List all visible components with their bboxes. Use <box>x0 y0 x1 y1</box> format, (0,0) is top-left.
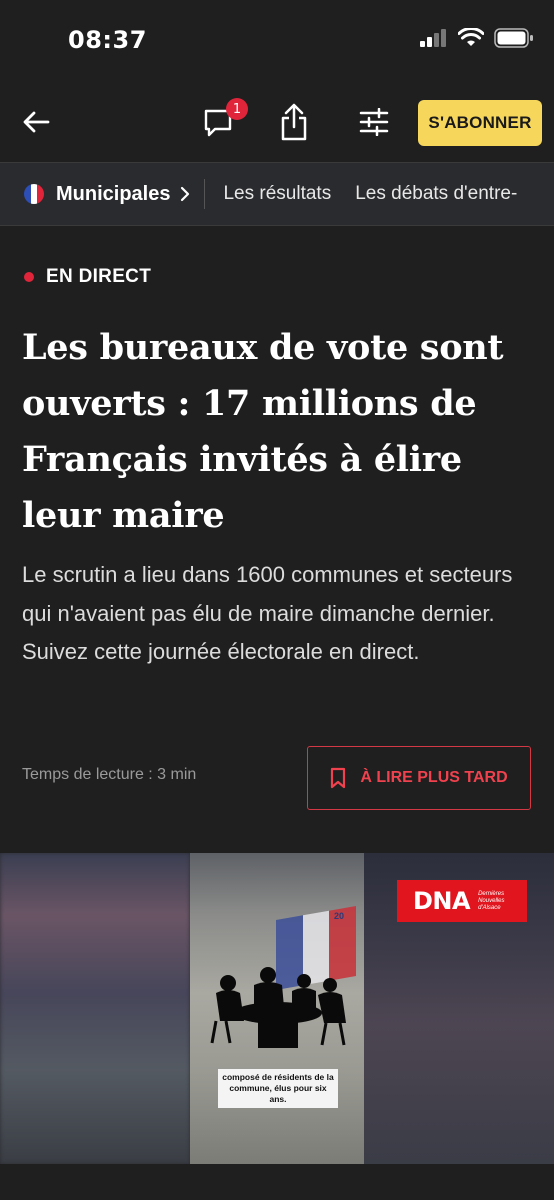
back-button[interactable] <box>16 102 56 142</box>
section-nav-current[interactable]: Municipales <box>56 183 170 206</box>
section-nav-link-debats[interactable]: Les débats d'entre- <box>355 183 517 205</box>
live-label: EN DIRECT <box>24 266 151 288</box>
video-still: 20 composé de résidents de la commune, é… <box>190 853 364 1164</box>
french-flag-icon <box>24 184 44 204</box>
status-bar: 08:37 <box>0 0 554 80</box>
video-blur-left <box>0 853 190 1164</box>
read-later-button[interactable]: À LIRE PLUS TARD <box>307 746 531 810</box>
dna-logo-text: DNA <box>413 887 471 915</box>
bookmark-icon <box>331 767 346 789</box>
share-icon <box>281 103 307 141</box>
chevron-right-icon <box>181 186 190 202</box>
dna-logo: DNA Dernières Nouvelles d'Alsace <box>397 880 527 922</box>
article-video[interactable]: 20 composé de résidents de la commune, é… <box>0 853 554 1164</box>
live-dot-icon <box>24 272 34 282</box>
read-later-label: À LIRE PLUS TARD <box>360 769 508 786</box>
subscribe-button[interactable]: S'ABONNER <box>418 100 542 146</box>
article-toolbar: 1 S'ABONNER <box>0 82 554 162</box>
section-nav-link-resultats[interactable]: Les résultats <box>223 183 331 205</box>
share-button[interactable] <box>274 100 314 144</box>
sliders-icon <box>359 108 389 136</box>
section-nav-divider <box>204 179 206 209</box>
live-label-text: EN DIRECT <box>46 266 152 287</box>
wifi-icon <box>458 28 484 46</box>
video-caption: composé de résidents de la commune, élus… <box>218 1069 338 1108</box>
signal-icon <box>420 29 446 47</box>
section-nav: Municipales Les résultats Les débats d'e… <box>0 162 554 226</box>
status-time: 08:37 <box>68 26 147 54</box>
display-settings-button[interactable] <box>352 102 396 142</box>
article-lead: Le scrutin a lieu dans 1600 communes et … <box>22 562 513 664</box>
dna-logo-subtitle: Dernières Nouvelles d'Alsace <box>478 890 505 911</box>
comments-count-badge: 1 <box>226 98 248 120</box>
reading-time: Temps de lecture : 3 min <box>22 766 197 783</box>
article-headline: Les bureaux de vote sont ouverts : 17 mi… <box>22 327 504 536</box>
status-icons <box>420 28 534 48</box>
anniversary-mark: 20 <box>334 911 345 921</box>
council-silhouette-icon <box>210 967 346 1048</box>
arrow-left-icon <box>23 111 50 133</box>
battery-icon <box>494 28 533 48</box>
comments-button[interactable]: 1 <box>196 98 248 144</box>
